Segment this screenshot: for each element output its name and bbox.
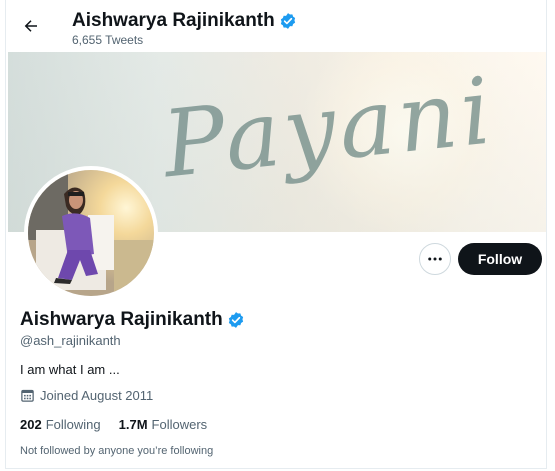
calendar-icon bbox=[21, 389, 34, 402]
followers-link[interactable]: 1.7M Followers bbox=[119, 417, 208, 432]
joined-date: Joined August 2011 bbox=[40, 388, 154, 403]
more-options-button[interactable] bbox=[419, 243, 451, 275]
profile-name-row: Aishwarya Rajinikanth bbox=[20, 309, 245, 331]
verified-badge-icon bbox=[280, 13, 295, 29]
back-button[interactable] bbox=[17, 12, 45, 40]
profile-header-bar: Aishwarya Rajinikanth 6,655 Tweets bbox=[6, 0, 546, 52]
following-count: 202 bbox=[20, 417, 42, 432]
profile-handle: @ash_rajinikanth bbox=[20, 333, 121, 348]
tweet-count: 6,655 Tweets bbox=[72, 33, 144, 47]
follow-button[interactable]: Follow bbox=[458, 243, 542, 275]
profile-stats: 202 Following 1.7M Followers bbox=[20, 417, 207, 432]
header-title: Aishwarya Rajinikanth bbox=[72, 10, 297, 32]
followers-label: Followers bbox=[151, 417, 208, 432]
followed-by-note: Not followed by anyone you’re following bbox=[20, 445, 214, 457]
profile-bio: I am what I am ... bbox=[20, 362, 120, 377]
avatar[interactable] bbox=[24, 166, 158, 300]
following-label: Following bbox=[45, 417, 101, 432]
header-name: Aishwarya Rajinikanth bbox=[72, 10, 275, 31]
more-horizontal-icon bbox=[428, 257, 442, 261]
avatar-photo bbox=[28, 170, 154, 296]
profile-name: Aishwarya Rajinikanth bbox=[20, 309, 223, 330]
verified-badge-icon[interactable] bbox=[227, 311, 245, 329]
following-link[interactable]: 202 Following bbox=[20, 417, 101, 432]
joined-date-row: Joined August 2011 bbox=[20, 388, 153, 403]
profile-page: Aishwarya Rajinikanth 6,655 Tweets Payan… bbox=[5, 0, 547, 469]
arrow-left-icon bbox=[24, 20, 37, 32]
followers-count: 1.7M bbox=[118, 417, 148, 432]
